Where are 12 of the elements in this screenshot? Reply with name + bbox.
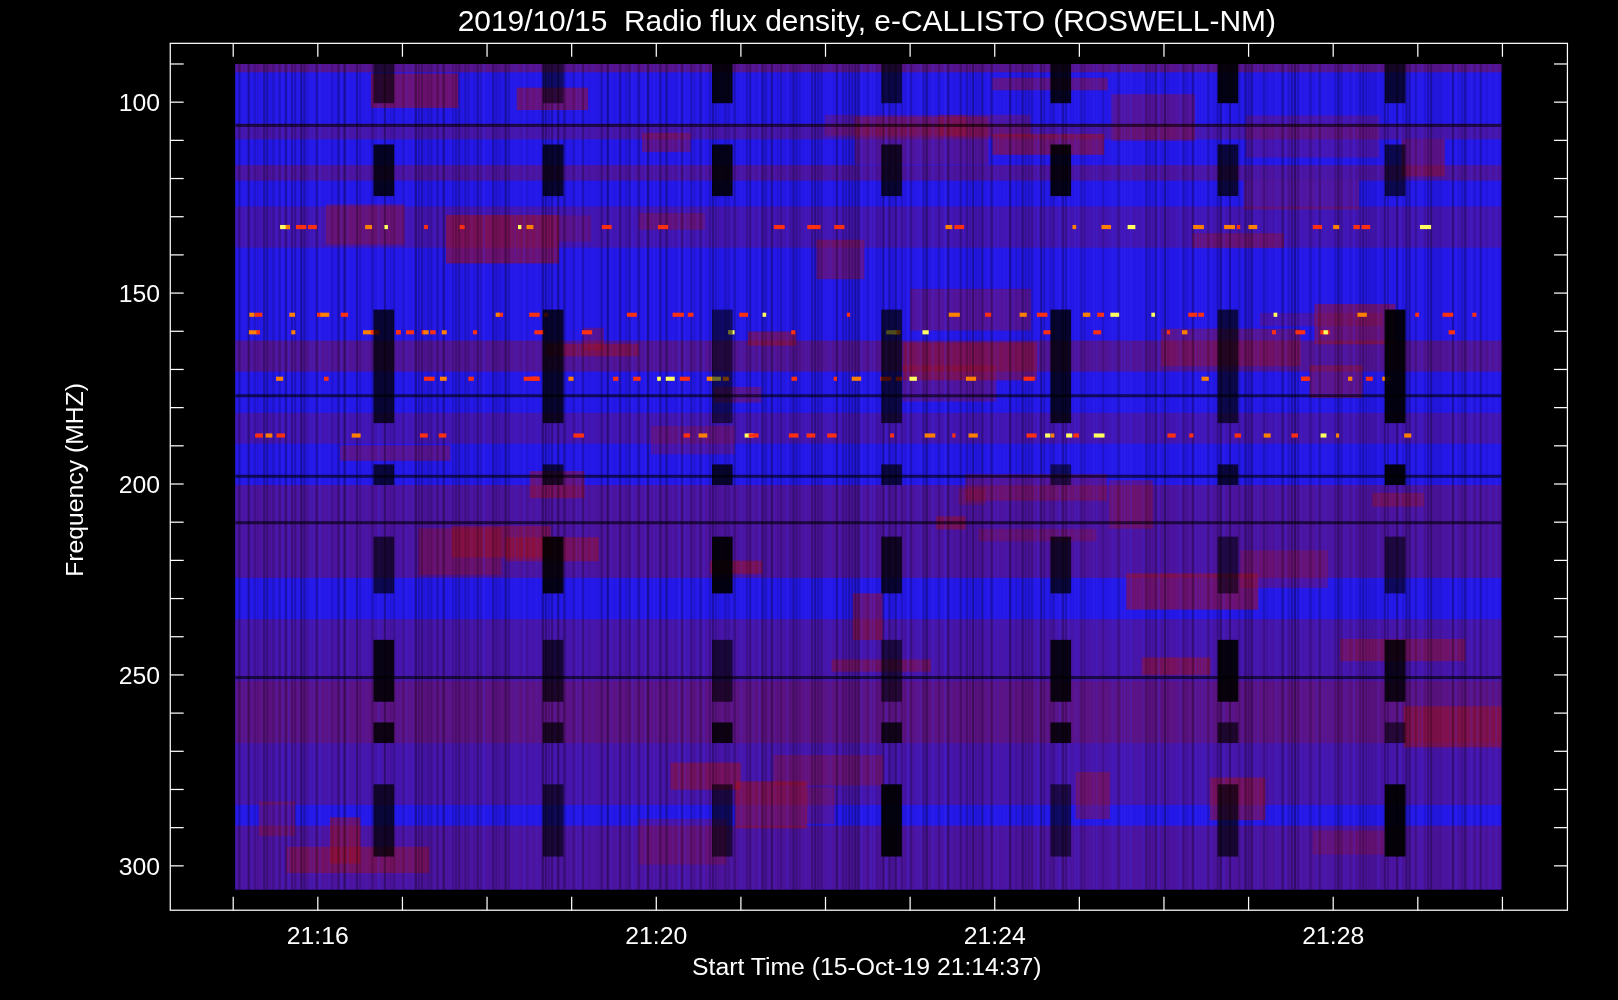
- tick-label: 100: [118, 89, 160, 117]
- tick-label: 150: [118, 280, 160, 308]
- axis-title: Start Time (15-Oct-19 21:14:37): [692, 953, 1042, 981]
- tick-label: 200: [118, 471, 160, 499]
- tick-label: 21:16: [286, 922, 349, 950]
- tick-label: 21:20: [625, 922, 688, 950]
- tick-label: 250: [118, 662, 160, 690]
- axis-title: Frequency (MHZ): [60, 382, 88, 577]
- chart-title: 2019/10/15 Radio flux density, e-CALLISTO (ROSWELL-NM): [457, 3, 1276, 37]
- tick-label: 300: [118, 853, 160, 881]
- tick-label: 21:28: [1302, 922, 1365, 950]
- tick-label: 21:24: [963, 922, 1026, 950]
